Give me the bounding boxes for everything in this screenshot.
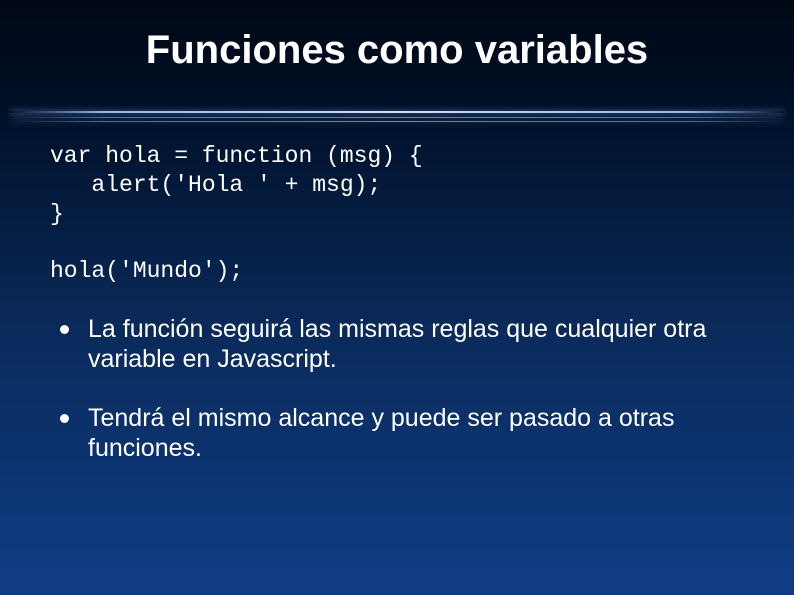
list-item: Tendrá el mismo alcance y puede ser pasa… [60,403,734,464]
divider [0,111,794,122]
slide-title: Funciones como variables [0,0,794,73]
list-item: La función seguirá las mismas reglas que… [60,314,734,375]
divider-line [10,121,784,122]
divider-line [10,117,784,118]
bullet-list: La función seguirá las mismas reglas que… [60,314,734,464]
divider-line [10,111,784,113]
slide: Funciones como variables var hola = func… [0,0,794,595]
code-block: var hola = function (msg) { alert('Hola … [50,142,744,286]
